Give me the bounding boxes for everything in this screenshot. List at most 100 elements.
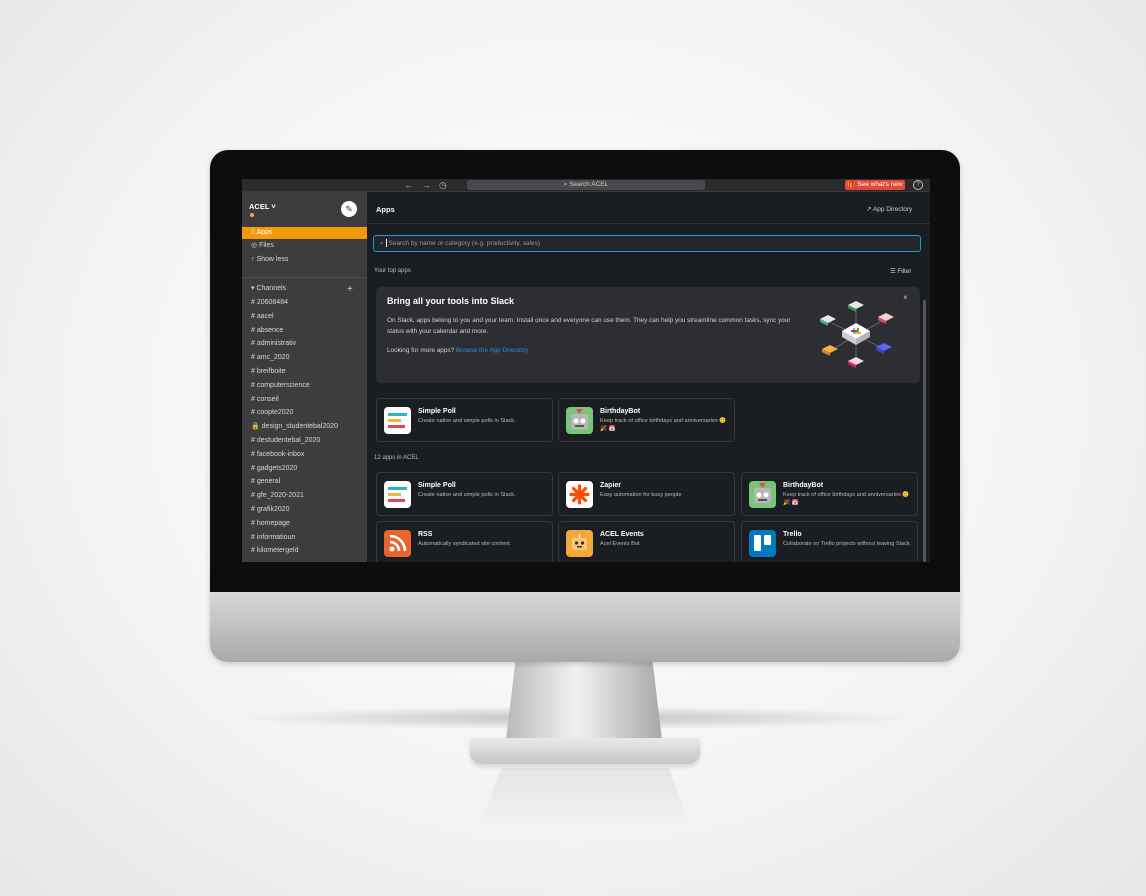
app-name: RSS xyxy=(418,531,433,538)
app-card-zapier[interactable]: Zapier Easy automation for busy people xyxy=(558,472,735,516)
app-directory-label: App Directory xyxy=(872,206,913,213)
sidebar-item-show-less[interactable]: ↑ Show less xyxy=(242,254,367,266)
bot-face-icon xyxy=(566,530,593,557)
app-description: Create native and simple polls in Slack. xyxy=(418,492,516,498)
promo-banner: Bring all your tools into Slack On Slack… xyxy=(376,287,920,383)
top-app-card-simple-poll[interactable]: Simple Poll Create native and simple pol… xyxy=(376,398,553,442)
sidebar-channel[interactable]: # gadgets2020 xyxy=(242,463,367,475)
slack-window: ← → ◷ ⌕ Search ACEL 🎁 See what's new ? A… xyxy=(242,179,930,562)
app-description: Easy automation for busy people xyxy=(600,492,682,498)
sidebar-channel[interactable]: # kilometergeld xyxy=(242,545,367,557)
app-name: BirthdayBot xyxy=(600,408,641,415)
monitor-stand xyxy=(506,662,662,740)
close-icon[interactable]: × xyxy=(903,293,908,302)
robot-icon xyxy=(749,481,776,508)
forward-arrow-icon[interactable]: → xyxy=(422,179,431,191)
help-icon[interactable]: ? xyxy=(913,180,923,190)
zapier-asterisk-icon xyxy=(566,481,593,508)
channels-header-label: Channels xyxy=(256,285,287,292)
sidebar-channel[interactable]: # amc_2020 xyxy=(242,352,367,364)
app-name: Simple Poll xyxy=(418,408,456,415)
search-icon: ⌕ xyxy=(380,240,386,247)
header-divider xyxy=(367,223,930,224)
monitor-chin xyxy=(210,592,960,662)
sidebar-channel[interactable]: # computerscience xyxy=(242,380,367,392)
apps-main-panel: Apps ↗ App Directory ⌕ Search by name or… xyxy=(367,192,930,562)
sidebar-channel[interactable]: 🔒 design_studentebal2020 xyxy=(242,421,367,433)
sidebar-item-apps[interactable]: ⁞⁞ Apps xyxy=(242,227,367,239)
global-search-bar[interactable]: ⌕ Search ACEL xyxy=(467,180,705,190)
page-title: Apps xyxy=(376,205,395,214)
app-name: Trello xyxy=(783,531,802,538)
sidebar-channel[interactable]: # breifboite xyxy=(242,366,367,378)
app-card-trello[interactable]: Trello Collaborate on Trello projects wi… xyxy=(741,521,918,562)
apps-search-input[interactable]: ⌕ Search by name or category (e.g. produ… xyxy=(373,235,921,252)
sidebar-divider xyxy=(242,277,367,278)
sidebar-channel[interactable]: # informatioun xyxy=(242,532,367,544)
banner-description: On Slack, apps belong to you and your te… xyxy=(387,317,791,335)
app-card-rss[interactable]: RSS Automatically syndicated site conten… xyxy=(376,521,553,562)
history-clock-icon[interactable]: ◷ xyxy=(439,179,447,191)
sidebar-channel[interactable]: # administrativ xyxy=(242,338,367,350)
sidebar-item-label: Show less xyxy=(256,256,289,263)
sidebar-channel[interactable]: # aacel xyxy=(242,311,367,323)
sidebar-item-label: Apps xyxy=(256,229,273,236)
main-scrollbar[interactable] xyxy=(923,300,926,562)
status-dot-icon xyxy=(250,213,254,217)
title-bar: ← → ◷ ⌕ Search ACEL 🎁 See what's new ? xyxy=(242,179,930,192)
sidebar-channel[interactable]: # coopte2020 xyxy=(242,407,367,419)
sidebar-channel[interactable]: # grafik2020 xyxy=(242,504,367,516)
rss-feed-icon xyxy=(384,530,411,557)
compose-icon[interactable]: ✎ xyxy=(341,201,357,217)
app-card-acel-events[interactable]: ACEL Events Acel Events Bot xyxy=(558,521,735,562)
sidebar-channel[interactable]: # absence xyxy=(242,325,367,337)
whats-new-label: See what's new xyxy=(857,181,903,188)
simple-poll-icon xyxy=(384,407,411,434)
sidebar-channel[interactable]: # 20608484 xyxy=(242,297,367,309)
trello-board-icon xyxy=(749,530,776,557)
whats-new-button[interactable]: 🎁 See what's new xyxy=(845,180,905,190)
workspace-name[interactable]: ACEL ˅ xyxy=(249,202,276,211)
sidebar-channel[interactable]: # destudentebal_2020 xyxy=(242,435,367,447)
sidebar-channel[interactable]: # conseil xyxy=(242,394,367,406)
app-description: Acel Events Bot xyxy=(600,541,640,547)
app-card-simple-poll[interactable]: Simple Poll Create native and simple pol… xyxy=(376,472,553,516)
app-name: Simple Poll xyxy=(418,482,456,489)
gift-icon: 🎁 xyxy=(847,181,858,188)
sidebar: ACEL ˅ ✎ ⁞⁞ Apps ◎ Files ↑ Show less ▾ C… xyxy=(242,192,367,562)
app-directory-link[interactable]: ↗ App Directory xyxy=(866,205,912,213)
banner-more-text: Looking for more apps? Browse the App Di… xyxy=(387,347,528,354)
top-app-card-birthdaybot[interactable]: BirthdayBot Keep track of office birthda… xyxy=(558,398,735,442)
add-channel-icon[interactable]: + xyxy=(347,284,353,295)
banner-more-prefix: Looking for more apps? xyxy=(387,347,455,354)
files-icon: ◎ xyxy=(251,242,260,249)
sidebar-channel[interactable]: # general xyxy=(242,476,367,488)
app-name: Zapier xyxy=(600,482,622,489)
external-link-icon: ↗ xyxy=(866,206,873,213)
apps-search-placeholder: Search by name or category (e.g. product… xyxy=(388,240,541,247)
app-card-birthdaybot[interactable]: BirthdayBot Keep track of office birthda… xyxy=(741,472,918,516)
browse-directory-link[interactable]: Browse the App Directory xyxy=(456,347,528,354)
app-name: BirthdayBot xyxy=(783,482,824,489)
app-description: Keep track of office birthdays and anniv… xyxy=(783,492,910,506)
sidebar-item-label: Files xyxy=(259,242,274,249)
global-search-label: Search ACEL xyxy=(569,181,609,188)
app-description: Collaborate on Trello projects without l… xyxy=(783,541,912,547)
app-description: Create native and simple polls in Slack. xyxy=(418,418,516,424)
monitor-foot xyxy=(470,738,700,764)
banner-title: Bring all your tools into Slack xyxy=(387,296,515,306)
sidebar-item-files[interactable]: ◎ Files xyxy=(242,240,367,252)
top-apps-heading: Your top apps xyxy=(374,268,411,274)
sidebar-channel[interactable]: # homepage xyxy=(242,518,367,530)
filter-button[interactable]: ☰ Filter xyxy=(890,268,911,275)
stand-reflection xyxy=(480,768,690,828)
sidebar-channel[interactable]: # gfe_2020-2021 xyxy=(242,490,367,502)
sidebar-channel[interactable]: # facebook-inbox xyxy=(242,449,367,461)
robot-icon xyxy=(566,407,593,434)
app-name: ACEL Events xyxy=(600,531,644,538)
app-description: Keep track of office birthdays and anniv… xyxy=(600,418,727,432)
back-arrow-icon[interactable]: ← xyxy=(404,179,413,191)
filter-label: Filter xyxy=(897,268,912,275)
simple-poll-icon xyxy=(384,481,411,508)
all-apps-heading: 12 apps in ACEL xyxy=(374,455,419,461)
